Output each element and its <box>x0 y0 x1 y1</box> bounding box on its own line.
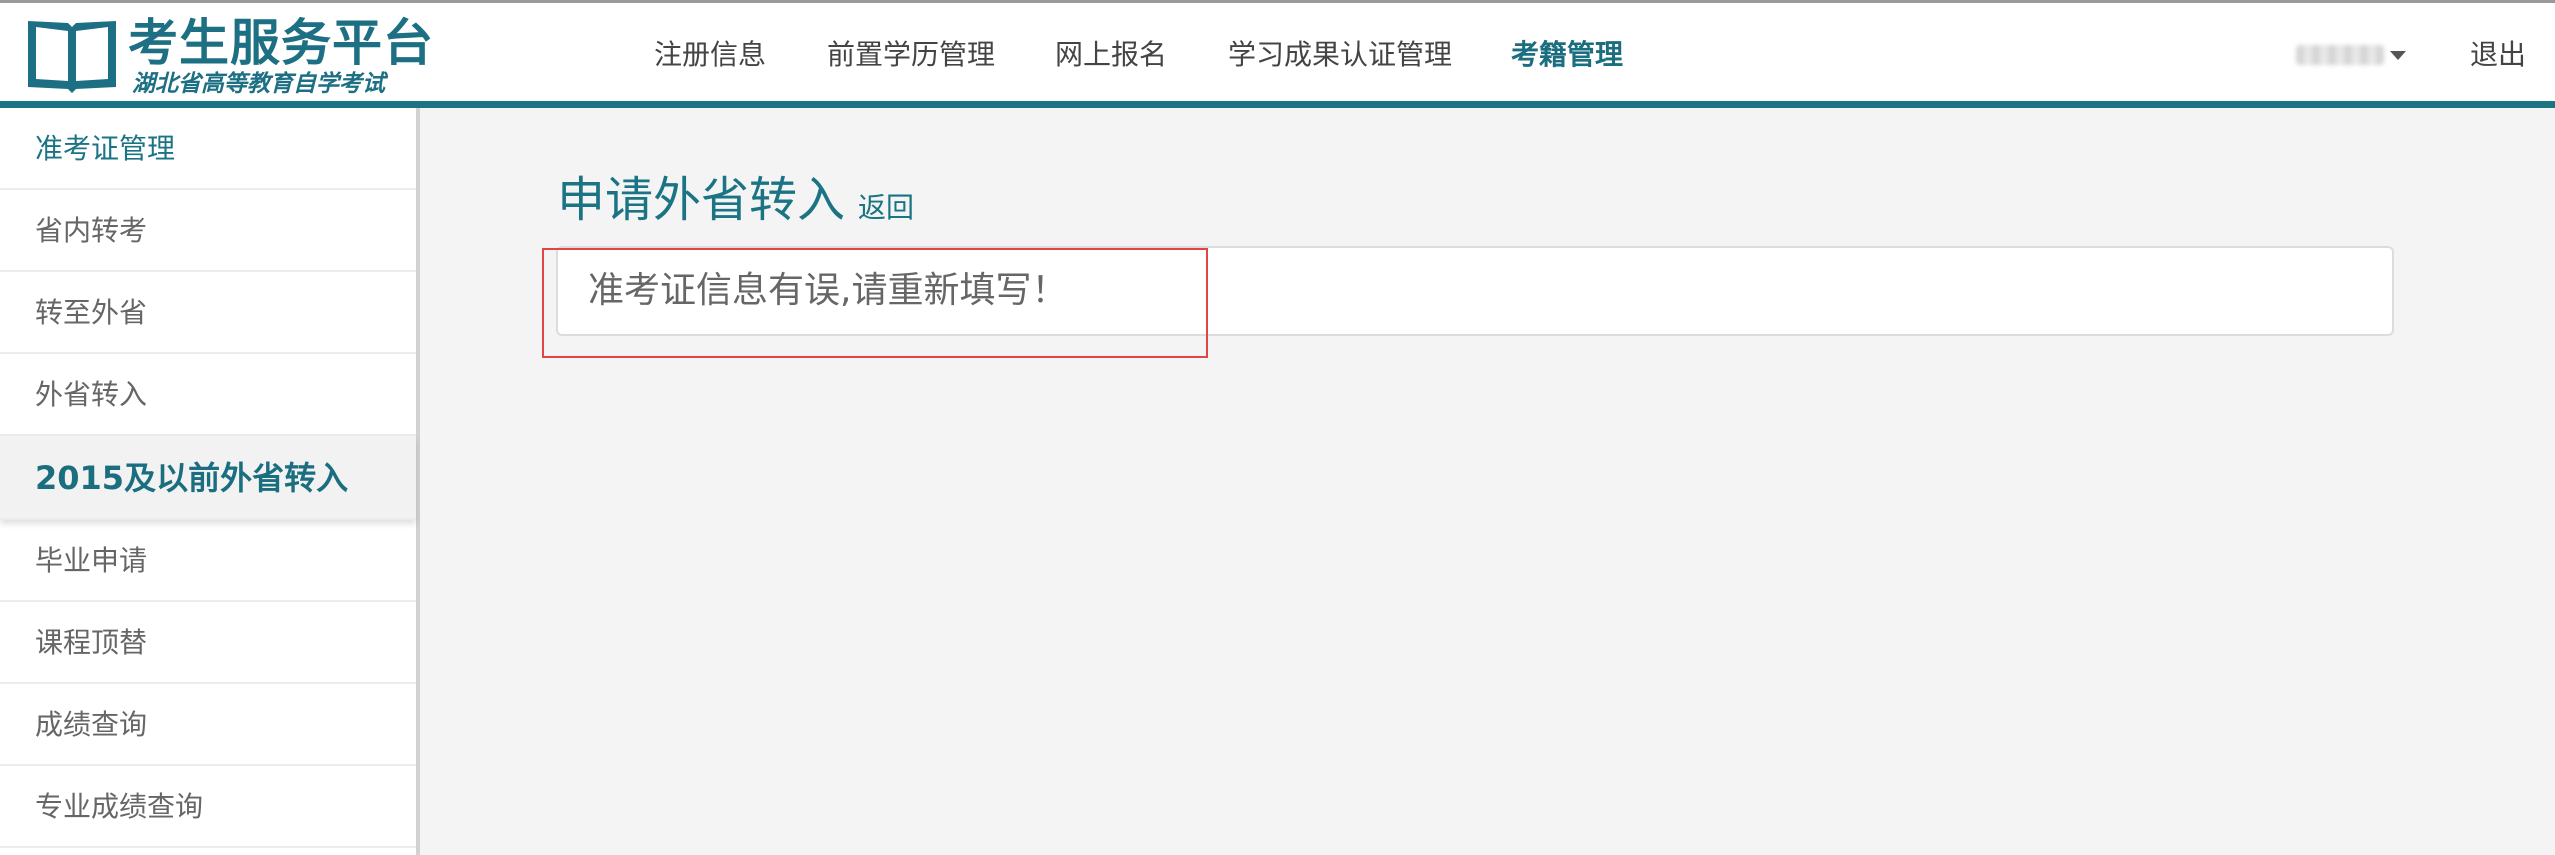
sidebar-item-course-substitution[interactable]: 课程顶替 <box>0 602 416 684</box>
sidebar-item-graduation[interactable]: 毕业申请 <box>0 520 416 602</box>
highlight-box <box>542 248 1208 358</box>
avatar <box>2296 45 2384 65</box>
sidebar-item-transfer-out[interactable]: 转至外省 <box>0 272 416 354</box>
nav-item-registration[interactable]: 注册信息 <box>654 37 766 73</box>
sidebar-item-score-query[interactable]: 成绩查询 <box>0 684 416 766</box>
brand-logo[interactable]: 考生服务平台 湖北省高等教育自学考试 <box>24 13 433 99</box>
nav-item-exam-records[interactable]: 考籍管理 <box>1511 37 1623 73</box>
sidebar-item-admission-ticket[interactable]: 准考证管理 <box>0 108 416 190</box>
sidebar-item-transfer-in[interactable]: 外省转入 <box>0 354 416 436</box>
page-title: 申请外省转入 <box>557 172 846 228</box>
user-menu[interactable] <box>2290 39 2410 73</box>
logout-link[interactable]: 退出 <box>2470 37 2526 73</box>
main-content: 申请外省转入 返回 准考证信息有误,请重新填写！ <box>424 108 2555 855</box>
sidebar-item-major-score-query[interactable]: 专业成绩查询 <box>0 766 416 848</box>
sidebar: 准考证管理 省内转考 转至外省 外省转入 2015及以前外省转入 毕业申请 课程… <box>0 108 420 855</box>
brand-subtitle: 湖北省高等教育自学考试 <box>132 71 385 97</box>
sidebar-item-in-province-transfer[interactable]: 省内转考 <box>0 190 416 272</box>
brand-title: 考生服务平台 <box>128 14 434 72</box>
nav-item-learning-certification[interactable]: 学习成果认证管理 <box>1228 37 1452 73</box>
caret-down-icon <box>2390 51 2406 60</box>
back-link[interactable]: 返回 <box>858 190 914 226</box>
top-navbar: 考生服务平台 湖北省高等教育自学考试 注册信息 前置学历管理 网上报名 学习成果… <box>0 0 2555 108</box>
nav-item-prior-education[interactable]: 前置学历管理 <box>827 37 995 73</box>
sidebar-item-transfer-in-2015[interactable]: 2015及以前外省转入 <box>0 436 416 520</box>
nav-item-online-enrollment[interactable]: 网上报名 <box>1055 37 1167 73</box>
book-icon <box>28 21 116 93</box>
